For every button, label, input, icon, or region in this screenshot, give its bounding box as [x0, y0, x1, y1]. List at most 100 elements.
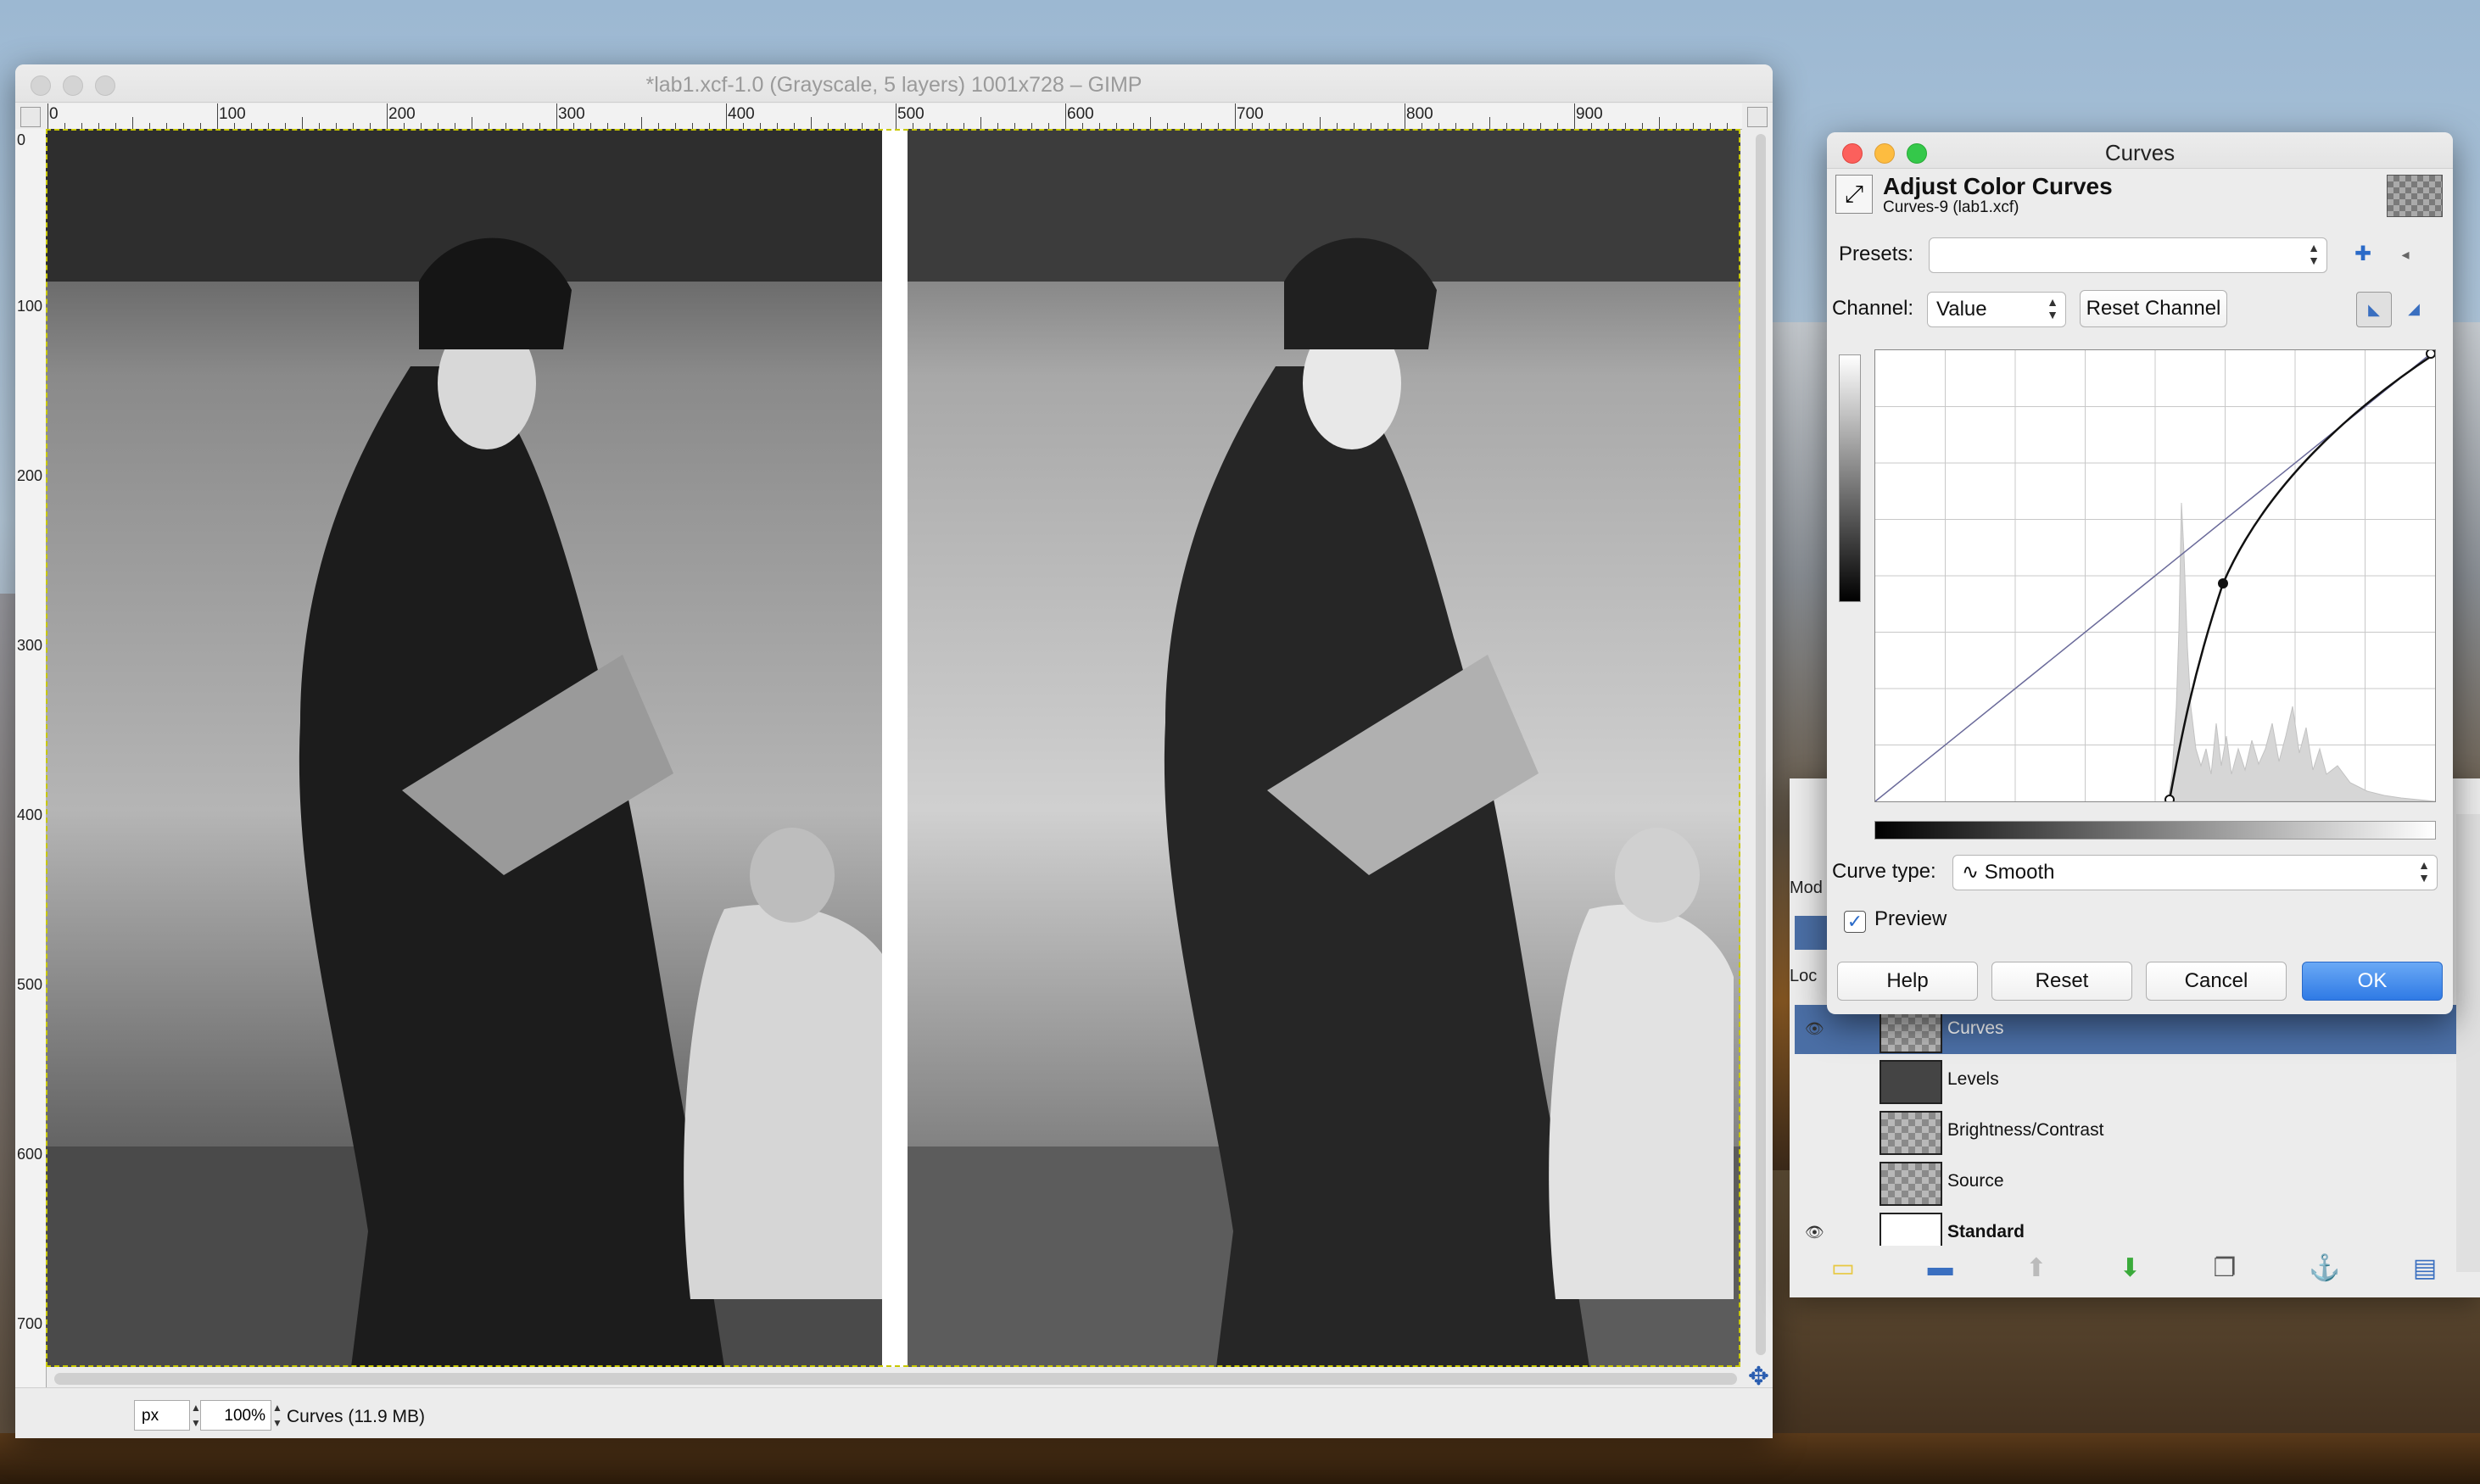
layer-name: Brightness/Contrast	[1947, 1120, 2104, 1140]
layer-row-levels[interactable]: Levels	[1795, 1056, 2456, 1105]
ruler-label: 900	[1576, 105, 1603, 123]
ruler-label: 0	[17, 131, 26, 148]
vertical-scrollbar[interactable]	[1756, 134, 1766, 1355]
status-text: Curves (11.9 MB)	[287, 1407, 425, 1426]
gimp-image-window: *lab1.xcf-1.0 (Grayscale, 5 layers) 1001…	[15, 64, 1773, 1438]
curve-graph[interactable]	[1874, 349, 2436, 805]
linear-histogram-icon[interactable]: ◣	[2356, 292, 2392, 327]
horizontal-scrollbar[interactable]	[54, 1373, 1737, 1385]
layer-row-source[interactable]: Source	[1795, 1158, 2456, 1207]
ruler-label: 300	[17, 637, 43, 654]
ruler-label: 800	[1406, 105, 1433, 123]
preview-label: Preview	[1874, 907, 1947, 930]
ruler-label: 300	[558, 105, 585, 123]
cancel-button[interactable]: Cancel	[2146, 962, 2287, 1001]
layer-thumbnail	[1880, 1009, 1942, 1053]
input-gradient-bar	[1874, 821, 2436, 840]
layer-name: Curves	[1947, 1018, 2004, 1038]
preset-menu-icon[interactable]: ◂	[2388, 237, 2422, 271]
mode-label: Mod	[1790, 879, 1823, 897]
curve-point[interactable]	[2426, 349, 2436, 359]
layer-name: Levels	[1947, 1069, 1999, 1089]
window-titlebar[interactable]: *lab1.xcf-1.0 (Grayscale, 5 layers) 1001…	[15, 64, 1773, 103]
visibility-eye-icon[interactable]: 👁	[1805, 1224, 1824, 1241]
presets-combo[interactable]: ▲ ▼	[1929, 237, 2327, 273]
ruler-label: 400	[17, 806, 43, 823]
output-gradient-bar	[1839, 354, 1861, 602]
visibility-eye-icon[interactable]: 👁	[1805, 1020, 1824, 1038]
curve-plot-svg	[1874, 349, 2436, 805]
zoom-spin-icon[interactable]: ▲ ▼	[270, 1400, 285, 1431]
ruler-label: 700	[1237, 105, 1264, 123]
lower-layer-icon[interactable]: ⬇	[2120, 1253, 2141, 1283]
ruler-label: 700	[17, 1315, 43, 1332]
chevron-updown-icon: ▲ ▼	[2047, 295, 2058, 321]
dock-scrollbar[interactable]	[2456, 814, 2480, 1272]
quick-mask-toggle[interactable]	[20, 107, 41, 127]
zoom-field[interactable]: 100%	[200, 1400, 271, 1431]
ruler-label: 600	[17, 1146, 43, 1163]
tone-curve	[2168, 352, 2436, 801]
curves-dialog: Curves ⤢ Adjust Color Curves Curves-9 (l…	[1827, 132, 2453, 1014]
new-layer-icon[interactable]: ▭	[1831, 1253, 1855, 1283]
layer-thumbnail	[1880, 1060, 1942, 1104]
vertical-ruler[interactable]: 0 100 200 300 400 500 600 700	[15, 129, 47, 1426]
chevron-updown-icon: ▲ ▼	[2418, 858, 2430, 884]
curve-type-select[interactable]: ∿ Smooth ▲ ▼	[1952, 855, 2438, 890]
unit-select[interactable]: px	[134, 1400, 190, 1431]
lock-label: Loc	[1790, 967, 1818, 985]
preview-checkbox[interactable]: ✓	[1844, 911, 1866, 933]
photo-image	[46, 129, 1740, 1367]
curve-point[interactable]	[2218, 578, 2228, 589]
dialog-titlebar[interactable]: Curves	[1827, 132, 2453, 169]
delete-layer-icon[interactable]: ▤	[2413, 1253, 2437, 1283]
ruler-label: 100	[219, 105, 246, 123]
mode-select[interactable]	[1795, 916, 1829, 950]
layer-name: Source	[1947, 1171, 2004, 1191]
log-histogram-icon[interactable]: ◢	[2397, 292, 2431, 326]
layer-preview-thumbnail	[2387, 175, 2443, 217]
dialog-subheading: Curves-9 (lab1.xcf)	[1883, 198, 2019, 216]
reset-button[interactable]: Reset	[1991, 962, 2132, 1001]
desktop-wallpaper-bottom	[0, 1433, 2480, 1484]
ruler-label: 600	[1067, 105, 1094, 123]
layer-row-standard[interactable]: 👁 Standard	[1795, 1208, 2456, 1246]
ruler-label: 400	[728, 105, 755, 123]
curve-type-label: Curve type:	[1832, 860, 1936, 883]
layer-row-brightness-contrast[interactable]: Brightness/Contrast	[1795, 1107, 2456, 1156]
dialog-heading: Adjust Color Curves	[1883, 173, 2113, 199]
zoom-image-toggle[interactable]	[1747, 107, 1768, 127]
raise-layer-icon[interactable]: ⬆	[2025, 1253, 2047, 1283]
ruler-label: 200	[388, 105, 416, 123]
ruler-label: 500	[17, 976, 43, 993]
reset-channel-button[interactable]: Reset Channel	[2080, 290, 2227, 327]
new-layer-group-icon[interactable]: ▬	[1928, 1253, 1953, 1282]
image-canvas[interactable]	[46, 129, 1740, 1367]
channel-label: Channel:	[1832, 297, 1914, 320]
ruler-ticks	[47, 103, 1728, 129]
layer-thumbnail	[1880, 1162, 1942, 1206]
add-preset-icon[interactable]: ✚	[2346, 237, 2380, 271]
channel-select[interactable]: Value ▲ ▼	[1927, 292, 2066, 327]
duplicate-layer-icon[interactable]: ❐	[2214, 1253, 2237, 1283]
histogram	[2167, 502, 2436, 802]
ok-button[interactable]: OK	[2302, 962, 2443, 1001]
layer-thumbnail	[1880, 1111, 1942, 1155]
channel-value: Value	[1936, 298, 1987, 321]
layers-toolbar: ▭ ▬ ⬆ ⬇ ❐ ⚓ ▤	[1795, 1247, 2473, 1289]
anchor-layer-icon[interactable]: ⚓	[2309, 1253, 2340, 1283]
curve-type-value: Smooth	[1984, 861, 2055, 884]
chevron-updown-icon: ▲ ▼	[2308, 241, 2320, 267]
ruler-label: 200	[17, 467, 43, 484]
ruler-label: 0	[49, 105, 59, 123]
smooth-curve-icon: ∿	[1962, 861, 1980, 884]
layer-thumbnail	[1880, 1213, 1942, 1246]
curve-point[interactable]	[2164, 795, 2175, 805]
help-button[interactable]: Help	[1837, 962, 1978, 1001]
window-title: *lab1.xcf-1.0 (Grayscale, 5 layers) 1001…	[645, 73, 1142, 97]
layer-name: Standard	[1947, 1222, 2025, 1241]
ruler-label: 100	[17, 298, 43, 315]
horizontal-ruler[interactable]: 0 100 200 300 400 500 600 700 800 900	[47, 103, 1742, 130]
presets-label: Presets:	[1839, 243, 1914, 265]
status-bar: px ▲ ▼ 100% ▲ ▼ Curves (11.9 MB)	[15, 1387, 1773, 1438]
